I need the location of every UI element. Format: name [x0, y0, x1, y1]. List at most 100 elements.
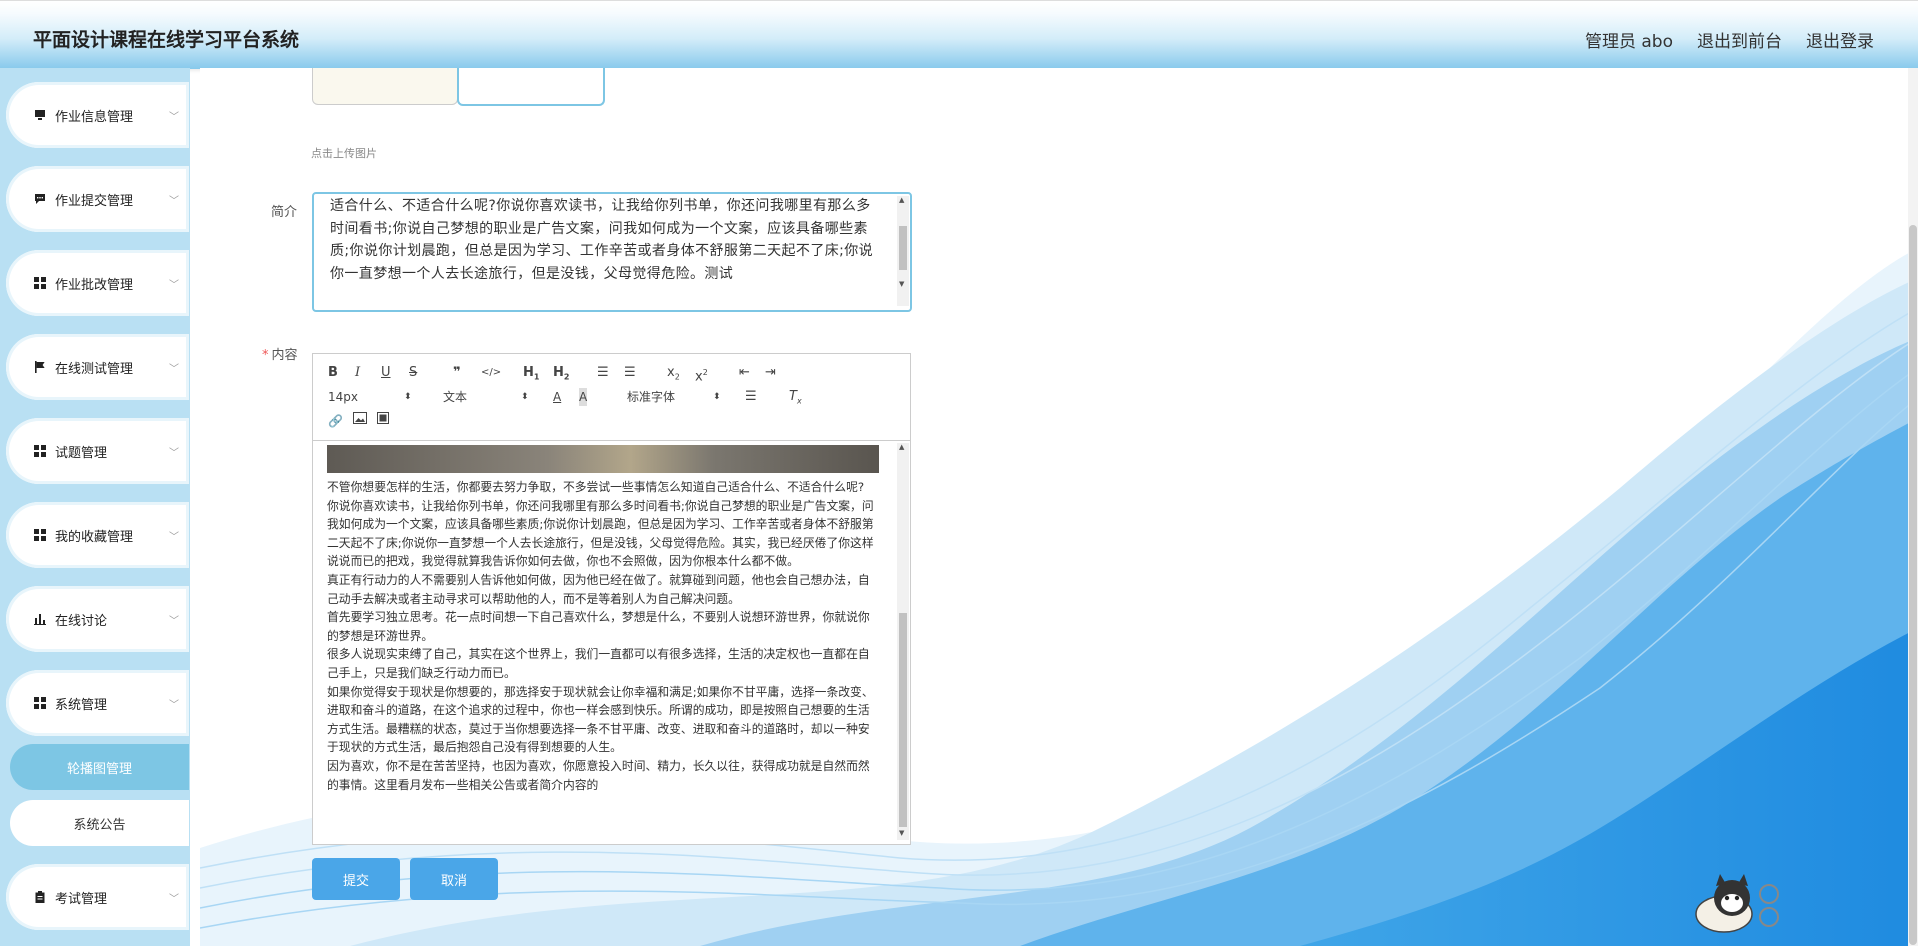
app-title: 平面设计课程在线学习平台系统 — [33, 29, 300, 51]
logout-link[interactable]: 退出登录 — [1806, 27, 1874, 52]
indent-icon[interactable]: ⇥ — [765, 364, 776, 382]
header-select-value: 文本 — [443, 390, 468, 404]
grid-icon — [33, 528, 47, 542]
sidebar-item-label: 作业批改管理 — [55, 277, 134, 293]
content-paragraph: 很多人说现实束缚了自己，其实在这个世界上，我们一直都可以有很多选择，生活的决定权… — [327, 647, 870, 680]
italic-icon[interactable]: I — [355, 364, 360, 382]
video-icon[interactable] — [377, 412, 389, 430]
sidebar-item-label: 作业提交管理 — [55, 193, 134, 209]
rich-text-editor[interactable]: B I U S ❞ </> H1 H2 ☰ ☰ x2 x2 ⇤ ⇥ 14px ⬍ … — [312, 353, 911, 845]
content-paragraph: 不管你想要怎样的生活，你都要去努力争取，不多尝试一些事情怎么知道自己适合什么、不… — [327, 480, 865, 494]
clear-format-icon[interactable]: Tx — [789, 388, 802, 406]
editor-scroll-thumb[interactable] — [899, 613, 907, 827]
scroll-down-icon[interactable]: ▼ — [899, 829, 904, 837]
bullet-list-icon[interactable]: ☰ — [624, 364, 636, 382]
align-icon[interactable]: ☰ — [745, 388, 757, 406]
chevron-down-icon: ﹀ — [169, 111, 179, 123]
sidebar-item-label: 我的收藏管理 — [55, 529, 134, 545]
required-marker: * — [262, 348, 269, 363]
intro-scroll-thumb[interactable] — [899, 226, 907, 270]
content-paragraph: 你说你喜欢读书，让我给你列书单，你还问我哪里有那么多时间看书;你说自己梦想的职业… — [327, 498, 874, 569]
sidebar-item-label: 系统管理 — [55, 697, 108, 713]
scroll-down-icon[interactable]: ▼ — [899, 280, 904, 288]
bar-chart-icon — [33, 612, 47, 626]
sidebar-item-discussion[interactable]: 在线讨论 ﹀ — [6, 586, 189, 652]
sidebar-item-online-test[interactable]: 在线测试管理 ﹀ — [6, 334, 189, 400]
monitor-icon — [33, 108, 47, 122]
link-icon[interactable]: 🔗 — [328, 412, 343, 430]
sidebar-item-label: 试题管理 — [55, 445, 108, 461]
content-label-text: 内容 — [271, 348, 298, 363]
font-family-value: 标准字体 — [627, 390, 676, 404]
uploaded-image-thumbnail[interactable] — [312, 68, 458, 105]
font-color-icon[interactable]: A — [553, 388, 561, 406]
intro-text: 适合什么、不适合什么呢?你说你喜欢读书，让我给你列书单，你还问我哪里有那么多时间… — [330, 198, 874, 282]
admin-user-label[interactable]: 管理员 abo — [1585, 27, 1673, 52]
editor-toolbar: B I U S ❞ </> H1 H2 ☰ ☰ x2 x2 ⇤ ⇥ 14px ⬍ … — [313, 354, 910, 441]
blockquote-icon[interactable]: ❞ — [453, 364, 461, 382]
sidebar-subitem-carousel[interactable]: 轮播图管理 — [10, 744, 189, 790]
font-size-select[interactable]: 14px ⬍ — [328, 388, 412, 406]
content-paragraph: 首先要学习独立思考。花一点时间想一下自己喜欢什么，梦想是什么，不要别人说想环游世… — [327, 610, 870, 643]
outdent-icon[interactable]: ⇤ — [739, 364, 750, 382]
subscript-icon[interactable]: x2 — [667, 364, 680, 382]
content-paragraph: 真正有行动力的人不需要别人告诉他如何做，因为他已经在做了。就算碰到问题，他也会自… — [327, 572, 870, 606]
sidebar-item-exam[interactable]: 考试管理 ﹀ — [6, 864, 189, 930]
chevron-down-icon: ﹀ — [169, 893, 179, 905]
chevron-down-icon: ﹀ — [169, 279, 179, 291]
chevron-down-icon: ﹀ — [169, 195, 179, 207]
image-upload-slot[interactable] — [457, 68, 605, 106]
chevron-down-icon: ﹀ — [169, 363, 179, 375]
submit-button[interactable]: 提交 — [312, 858, 400, 900]
intro-textarea[interactable]: 适合什么、不适合什么呢?你说你喜欢读书，让我给你列书单，你还问我哪里有那么多时间… — [312, 192, 912, 312]
sidebar-item-system[interactable]: 系统管理 ﹀ — [6, 670, 189, 736]
intro-scrollbar[interactable]: ▲ ▼ — [897, 196, 909, 306]
ordered-list-icon[interactable]: ☰ — [597, 364, 609, 382]
sidebar-item-favorites[interactable]: 我的收藏管理 ﹀ — [6, 502, 189, 568]
sidebar-item-label: 考试管理 — [55, 891, 108, 907]
chevron-down-icon: ﹀ — [169, 531, 179, 543]
scroll-up-icon[interactable]: ▲ — [899, 443, 904, 451]
select-arrows-icon: ⬍ — [404, 392, 412, 402]
page-scroll-thumb[interactable] — [1909, 225, 1917, 945]
image-icon[interactable] — [353, 412, 367, 430]
background-color-icon[interactable]: A — [579, 388, 588, 406]
content-paragraph: 如果你觉得安于现状是你想要的，那选择安于现状就会让你幸福和满足;如果你不甘平庸，… — [327, 684, 874, 755]
select-arrows-icon: ⬍ — [521, 392, 529, 402]
chevron-down-icon: ﹀ — [169, 699, 179, 711]
sidebar-subitem-announcement[interactable]: 系统公告 — [10, 800, 189, 846]
chevron-down-icon: ﹀ — [169, 447, 179, 459]
header-1-icon[interactable]: H1 — [523, 364, 539, 382]
underline-icon[interactable]: U — [381, 364, 391, 382]
code-block-icon[interactable]: </> — [481, 364, 501, 382]
strikethrough-icon[interactable]: S — [409, 364, 417, 382]
content-label: * 内容 — [262, 344, 298, 363]
select-arrows-icon: ⬍ — [713, 392, 721, 402]
grid-icon — [33, 276, 47, 290]
editor-content[interactable]: 不管你想要怎样的生活，你都要去努力争取，不多尝试一些事情怎么知道自己适合什么、不… — [313, 441, 910, 844]
flag-icon — [33, 360, 47, 374]
chat-icon — [33, 192, 47, 206]
editor-text: 不管你想要怎样的生活，你都要去努力争取，不多尝试一些事情怎么知道自己适合什么、不… — [327, 478, 879, 794]
sidebar-item-label: 在线讨论 — [55, 613, 108, 629]
sidebar: 作业信息管理 ﹀ 作业提交管理 ﹀ 作业批改管理 ﹀ 在线测试管理 ﹀ 试题管理… — [0, 68, 190, 946]
grid-icon — [33, 444, 47, 458]
editor-scrollbar[interactable]: ▲ ▼ — [897, 443, 909, 840]
back-to-frontend-link[interactable]: 退出到前台 — [1697, 27, 1782, 52]
chevron-down-icon: ﹀ — [169, 615, 179, 627]
cancel-button[interactable]: 取消 — [410, 858, 498, 900]
font-family-select[interactable]: 标准字体 ⬍ — [627, 388, 721, 406]
superscript-icon[interactable]: x2 — [695, 364, 708, 384]
sidebar-item-homework-submit[interactable]: 作业提交管理 ﹀ — [6, 166, 189, 232]
header-2-icon[interactable]: H2 — [553, 364, 569, 382]
header-select[interactable]: 文本 ⬍ — [443, 388, 529, 406]
bold-icon[interactable]: B — [328, 364, 338, 382]
scroll-up-icon[interactable]: ▲ — [899, 196, 904, 204]
upload-tip: 点击上传图片 — [311, 147, 377, 160]
sidebar-item-label: 作业信息管理 — [55, 109, 134, 125]
grid-icon — [33, 696, 47, 710]
sidebar-item-homework-grading[interactable]: 作业批改管理 ﹀ — [6, 250, 189, 316]
sidebar-item-questions[interactable]: 试题管理 ﹀ — [6, 418, 189, 484]
clipboard-icon — [33, 890, 47, 904]
sidebar-item-homework-info[interactable]: 作业信息管理 ﹀ — [6, 82, 189, 148]
